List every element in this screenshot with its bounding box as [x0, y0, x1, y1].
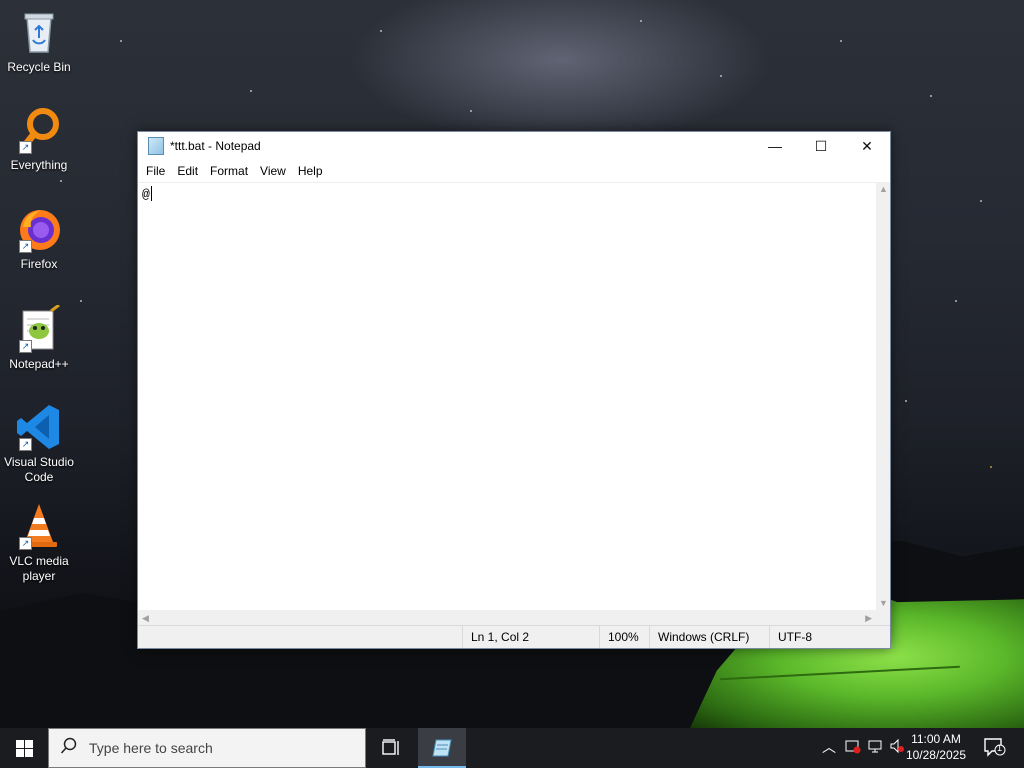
clock-time: 11:00 AM: [911, 732, 961, 746]
vscode-icon: ↗: [15, 403, 63, 451]
status-line-ending: Windows (CRLF): [649, 626, 770, 648]
status-bar: Ln 1, Col 2 100% Windows (CRLF) UTF-8: [138, 625, 890, 648]
windows-logo-icon: [15, 739, 33, 757]
menu-edit[interactable]: Edit: [171, 162, 204, 180]
editor-content: @: [142, 187, 150, 202]
notepad-window[interactable]: *ttt.bat - Notepad — ☐ ✕ File Edit Forma…: [137, 131, 891, 649]
minimize-button[interactable]: —: [752, 132, 798, 160]
everything-icon: ↗: [15, 106, 63, 154]
desktop-icon-label: Firefox: [20, 257, 58, 271]
scroll-up-icon[interactable]: ▲: [879, 184, 888, 194]
text-caret: [150, 186, 152, 201]
search-placeholder: Type here to search: [89, 740, 213, 756]
window-title: *ttt.bat - Notepad: [170, 139, 261, 153]
shortcut-arrow-icon: ↗: [19, 537, 32, 550]
notification-center-button[interactable]: 1: [984, 737, 1006, 757]
scroll-left-icon[interactable]: ◀: [142, 613, 149, 624]
volume-muted-icon[interactable]: [888, 738, 906, 756]
recycle-bin-icon: [15, 8, 63, 56]
shortcut-arrow-icon: ↗: [19, 240, 32, 253]
desktop-icon-vlc[interactable]: ↗ VLC media player: [2, 502, 76, 584]
notification-icon: [984, 738, 1006, 757]
desktop-icon-firefox[interactable]: ↗ Firefox: [2, 205, 76, 272]
taskbar-search-box[interactable]: Type here to search: [48, 728, 366, 768]
desktop-icon-recycle-bin[interactable]: Recycle Bin: [2, 8, 76, 75]
security-icon[interactable]: [844, 738, 862, 756]
task-view-button[interactable]: [368, 728, 416, 768]
desktop-icon-label: Visual Studio Code: [4, 455, 74, 484]
desktop-icon-label: Everything: [10, 158, 68, 172]
clock-date: 10/28/2025: [905, 748, 966, 762]
menu-bar: File Edit Format View Help: [138, 160, 890, 182]
network-icon[interactable]: [866, 738, 884, 756]
text-editor[interactable]: @: [138, 182, 876, 610]
menu-view[interactable]: View: [254, 162, 292, 180]
title-bar[interactable]: *ttt.bat - Notepad — ☐ ✕: [138, 132, 890, 160]
notification-count: 1: [997, 743, 1003, 753]
maximize-button[interactable]: ☐: [798, 132, 844, 160]
notepad-plus-plus-icon: ↗: [15, 303, 63, 353]
desktop-icon-label: Recycle Bin: [7, 60, 71, 74]
vlc-icon: ↗: [15, 502, 63, 550]
taskbar-notepad-button[interactable]: [418, 728, 466, 768]
scroll-down-icon[interactable]: ▼: [879, 598, 888, 608]
task-view-icon: [382, 739, 399, 755]
desktop-icon-vscode[interactable]: ↗ Visual Studio Code: [2, 403, 76, 485]
system-tray: ︿ 11:00 AM 10/28/2025 1: [814, 728, 1024, 768]
taskbar: Type here to search ︿ 11:00 AM 10/28/202…: [0, 728, 1024, 768]
menu-format[interactable]: Format: [204, 162, 254, 180]
close-button[interactable]: ✕: [844, 132, 890, 160]
status-encoding: UTF-8: [769, 626, 888, 648]
menu-file[interactable]: File: [140, 162, 171, 180]
vertical-scrollbar[interactable]: ▲ ▼: [876, 182, 890, 610]
start-button[interactable]: [0, 728, 48, 768]
status-zoom: 100%: [599, 626, 648, 648]
shortcut-arrow-icon: ↗: [19, 340, 32, 353]
search-icon: [49, 737, 89, 760]
chevron-up-icon[interactable]: ︿: [820, 738, 838, 756]
shortcut-arrow-icon: ↗: [19, 438, 32, 451]
desktop-icon-everything[interactable]: ↗ Everything: [2, 106, 76, 173]
notepad-icon: [432, 739, 452, 757]
desktop-icon-label: VLC media player: [9, 554, 69, 583]
status-position: Ln 1, Col 2: [462, 626, 599, 648]
firefox-icon: ↗: [15, 205, 63, 253]
shortcut-arrow-icon: ↗: [19, 141, 32, 154]
menu-help[interactable]: Help: [292, 162, 329, 180]
horizontal-scrollbar[interactable]: ◀ ▶: [138, 610, 876, 626]
desktop-icon-notepad-plus-plus[interactable]: ↗ Notepad++: [2, 303, 76, 372]
scrollbar-corner: [876, 610, 890, 626]
notepad-icon: [148, 137, 164, 155]
clock[interactable]: 11:00 AM 10/28/2025: [906, 731, 966, 763]
desktop-icon-label: Notepad++: [9, 357, 69, 371]
scroll-right-icon[interactable]: ▶: [865, 613, 872, 624]
